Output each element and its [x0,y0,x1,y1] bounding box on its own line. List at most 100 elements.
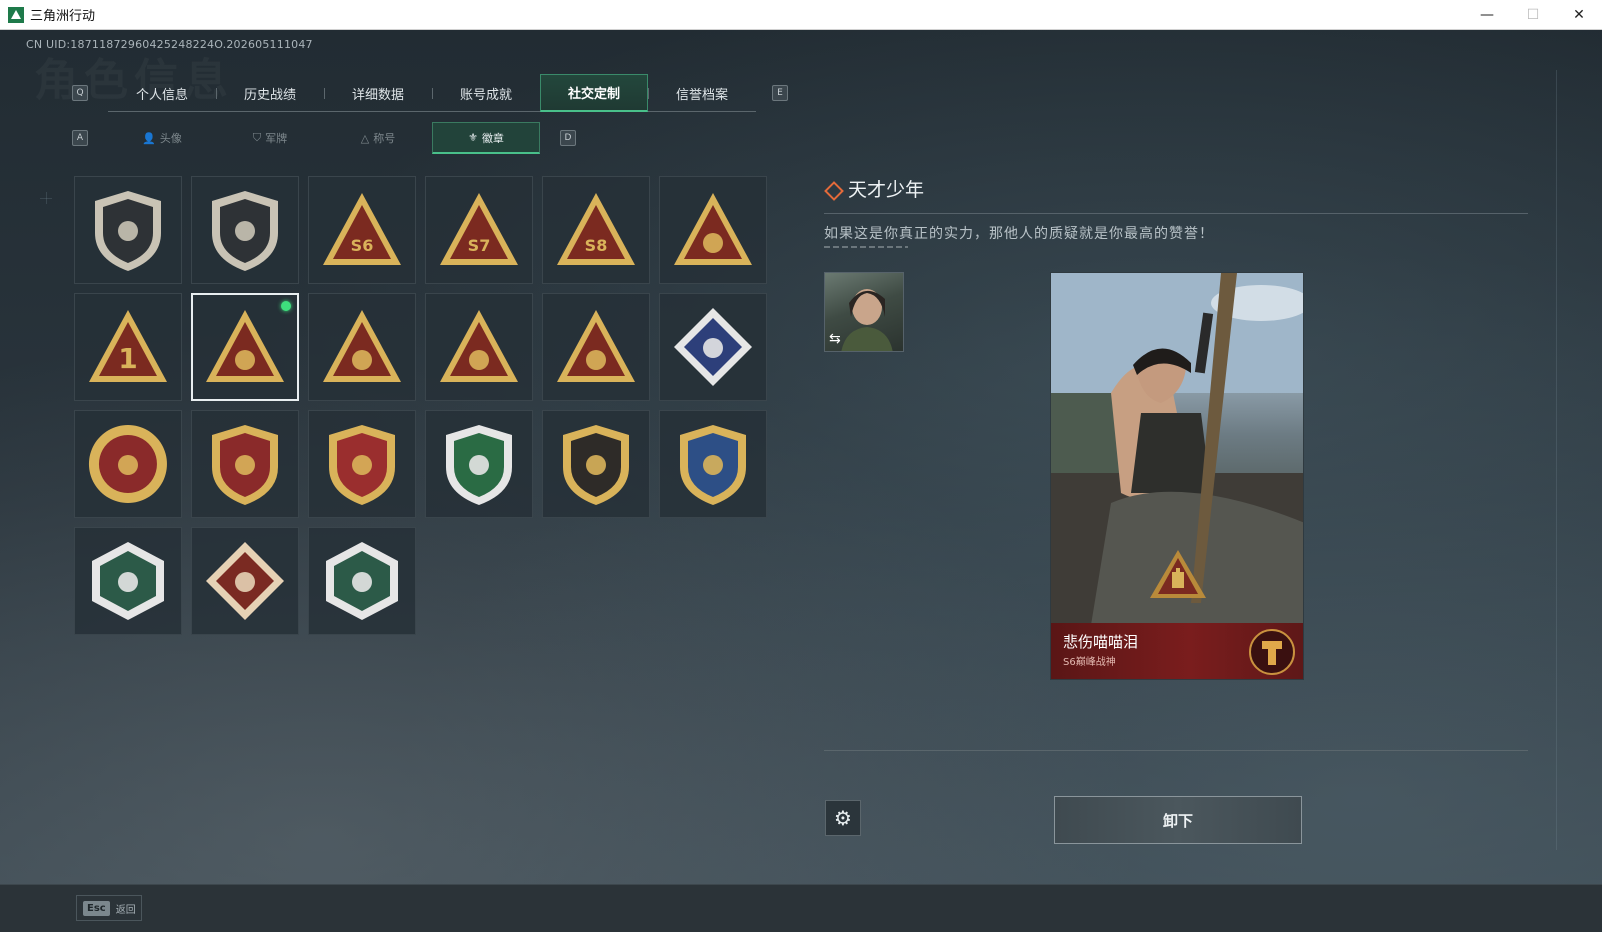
sub-tab[interactable]: 👤 头像 [108,122,216,154]
tab-prev-key-hint[interactable]: Q [72,85,88,101]
badge-slot[interactable] [74,527,182,635]
badge-slot[interactable] [191,527,299,635]
sub-tab[interactable]: ⛉ 军牌 [216,122,324,154]
action-divider [824,750,1528,751]
back-button[interactable]: Esc 返回 [76,895,142,921]
player-uid: CN UID:18711872960425248224O.20260511104… [26,38,313,51]
badge-slot[interactable] [308,527,416,635]
badge-text: S8 [585,236,608,255]
star-medal-badge-icon [88,425,167,503]
rose-diamond-badge-icon [674,308,752,386]
unequip-button[interactable]: 卸下 [1054,796,1302,844]
main-tab[interactable]: 账号成就 [432,74,540,112]
rank-emblem-icon [1249,629,1295,675]
sub-tab-label: 称号 [373,132,396,145]
badge-slot[interactable] [659,176,767,284]
sub-tab-bar: A 👤 头像 ⛉ 军牌 △ 称号 ⚜ 徽章 D [72,122,576,154]
tab-next-key-hint[interactable]: E [772,85,788,101]
settings-button[interactable]: ⚙ [825,800,861,836]
main-tab[interactable]: 社交定制 [540,74,648,112]
sub-tab-label: 军牌 [265,132,288,145]
subtab-next-key-hint[interactable]: D [560,130,576,146]
badge-text: S7 [468,236,491,255]
dragon-diamond-badge-icon [206,542,284,620]
helicopter-badge-icon [212,191,278,271]
main-tab[interactable]: 个人信息 [108,74,216,112]
window-controls: — ☐ ✕ [1464,0,1602,30]
badge-detail-header: 天才少年 [824,175,924,202]
badge-slot[interactable] [659,293,767,401]
card-player-name: 悲伤喵喵泪 [1063,633,1139,651]
s8-triangle-badge-icon: S8 [557,193,635,265]
footer-bar: Esc 返回 [0,884,1602,932]
three-star-shield-badge-icon [212,425,278,505]
card-nameplate: 悲伤喵喵泪 S6巅峰战神 [1051,623,1303,679]
swap-icon[interactable]: ⇆ [829,331,841,347]
shield-delta-badge-icon [95,191,161,271]
game-stage: 角色信息 CN UID:18711872960425248224O.202605… [0,30,1602,884]
nest-triangle-badge-icon [674,193,752,265]
esc-key-hint: Esc [83,900,110,916]
badge-grid: S6 S7 S8 1 [74,176,767,635]
number-one-triangle-badge-icon: 1 [89,310,167,382]
triangle-icon: △ [360,131,370,145]
badge-slot[interactable] [542,293,650,401]
badge-slot[interactable]: 1 [74,293,182,401]
main-tab[interactable]: 信誉档案 [648,74,756,112]
badge-slot[interactable] [308,410,416,518]
sub-tab[interactable]: ⚜ 徽章 [432,122,540,154]
avatar-thumbnail[interactable]: ⇆ [824,272,904,352]
window-title: 三角洲行动 [30,9,96,24]
app-logo-icon [8,6,24,23]
minimize-button[interactable]: — [1464,0,1510,30]
main-tab-bar: Q 个人信息 历史战绩 详细数据 账号成就 社交定制 信誉档案 E [72,74,792,112]
badge-slot[interactable] [191,410,299,518]
equipped-badge-icon [1150,550,1206,598]
sub-tabs: 👤 头像 ⛉ 军牌 △ 称号 ⚜ 徽章 [108,122,540,154]
hands-dice-triangle-badge-icon [323,310,401,382]
equipped-indicator [281,301,291,311]
main-tab[interactable]: 详细数据 [324,74,432,112]
badge-slot[interactable] [542,410,650,518]
green-rifle-shield-badge-icon [446,425,512,505]
rocket-triangle-badge-icon [557,310,635,382]
back-label: 返回 [115,904,136,916]
badge-title: 天才少年 [848,179,925,201]
person-icon: 👤 [142,131,156,145]
badge-slot[interactable] [74,410,182,518]
badge-description: 如果这是你真正的实力，那他人的质疑就是你最高的赞誉！ [824,226,1214,242]
badge-slot[interactable] [191,293,299,401]
badge-slot[interactable] [659,410,767,518]
subtab-prev-key-hint[interactable]: A [72,130,88,146]
badge-slot[interactable] [425,293,533,401]
badge-slot[interactable] [308,293,416,401]
card-rank-title: S6巅峰战神 [1063,657,1116,668]
shield-icon: ⛉ [252,131,262,144]
genius-triangle-badge-icon [206,310,284,382]
dragonfly-hex-badge-icon [326,542,398,620]
s7-triangle-badge-icon: S7 [440,193,518,265]
badge-text: S6 [351,236,374,255]
maximize-button[interactable]: ☐ [1510,0,1556,30]
main-tabs: 个人信息 历史战绩 详细数据 账号成就 社交定制 信誉档案 [108,74,756,112]
close-button[interactable]: ✕ [1556,0,1602,30]
badge-slot[interactable]: S7 [425,176,533,284]
badge-slot[interactable] [74,176,182,284]
badge-slot[interactable] [425,410,533,518]
badge-slot[interactable]: S8 [542,176,650,284]
title-diamond-icon [824,181,840,197]
main-tab[interactable]: 历史战绩 [216,74,324,112]
window-titlebar: 三角洲行动 — ☐ ✕ [0,0,1602,30]
wings-icon: ⚜ [468,131,478,144]
dark-rifle-shield-badge-icon [563,425,629,505]
sub-tab[interactable]: △ 称号 [324,122,432,154]
deco-crosshair [46,192,47,204]
badge-slot[interactable] [191,176,299,284]
description-underline [824,246,908,248]
badge-slot[interactable]: S6 [308,176,416,284]
three-star-hex-badge-icon [329,425,395,505]
blue-crosshair-shield-badge-icon [680,425,746,505]
badge-text: 1 [118,342,137,375]
s6-triangle-badge-icon: S6 [323,193,401,265]
detail-divider [824,213,1528,214]
